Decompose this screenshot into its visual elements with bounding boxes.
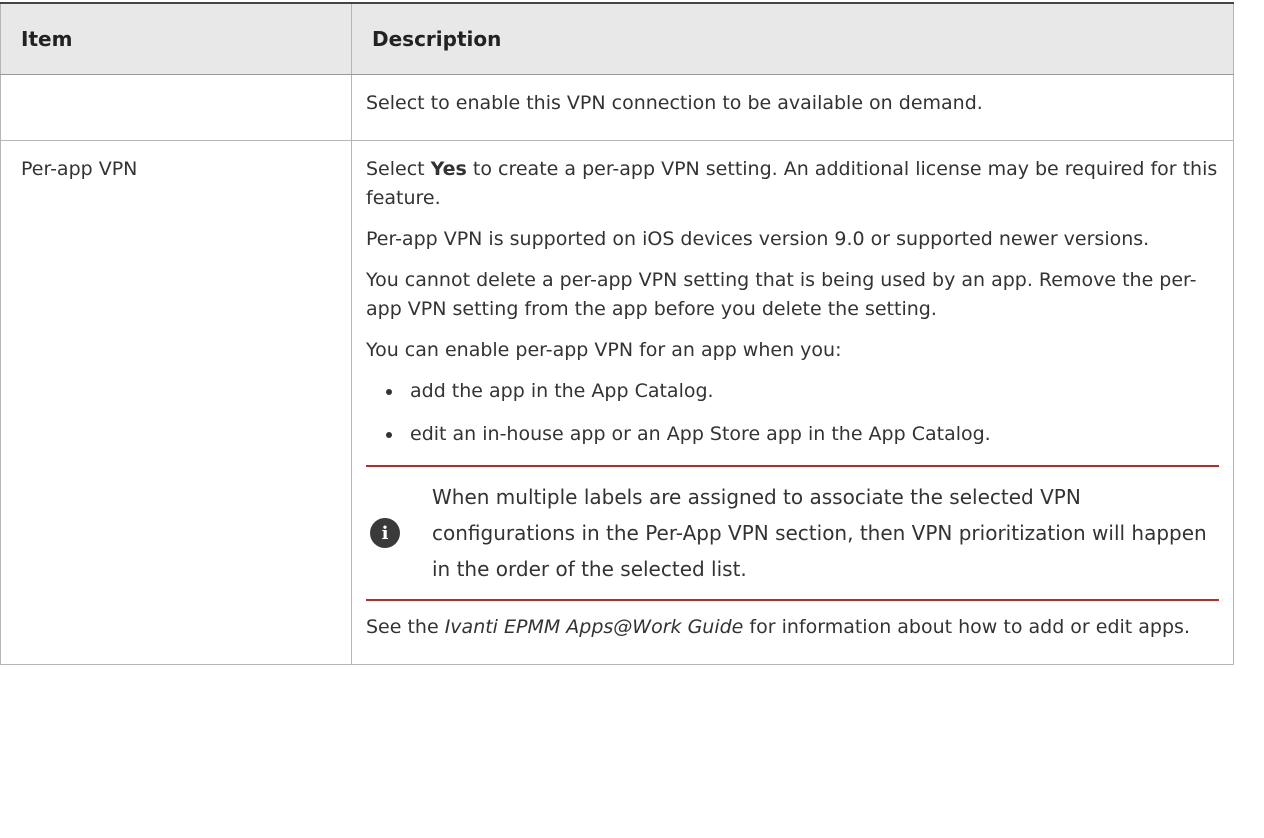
- table-header-row: Item Description: [0, 2, 1234, 75]
- ios-support-paragraph: Per-app VPN is supported on iOS devices …: [366, 228, 1150, 250]
- bullet-list: add the app in the App Catalog. edit an …: [366, 377, 1219, 449]
- note-box: i When multiple labels are assigned to a…: [366, 465, 1219, 601]
- per-app-select-paragraph: Select Yes to create a per-app VPN setti…: [366, 155, 1219, 213]
- guide-title: Ivanti EPMM Apps@Work Guide: [444, 616, 744, 638]
- note-text: When multiple labels are assigned to ass…: [432, 485, 1207, 581]
- text-fragment: to create a per-app VPN setting. An addi…: [366, 158, 1218, 209]
- column-header-item: Item: [0, 2, 352, 75]
- see-guide-paragraph: See the Ivanti EPMM Apps@Work Guide for …: [366, 613, 1219, 642]
- text-fragment: See the: [366, 616, 445, 638]
- on-demand-description: Select to enable this VPN connection to …: [366, 92, 983, 114]
- description-cell: Select Yes to create a per-app VPN setti…: [351, 140, 1234, 665]
- text-fragment: Select: [366, 158, 431, 180]
- enable-when-paragraph: You can enable per-app VPN for an app wh…: [366, 339, 842, 361]
- column-header-description: Description: [351, 2, 1234, 75]
- yes-option-text: Yes: [430, 158, 467, 180]
- list-item: edit an in-house app or an App Store app…: [404, 420, 1219, 449]
- vpn-settings-table: Item Description Select to enable this V…: [0, 2, 1234, 665]
- table-row: Select to enable this VPN connection to …: [0, 74, 1234, 141]
- list-item: add the app in the App Catalog.: [404, 377, 1219, 406]
- item-cell: Per-app VPN: [0, 140, 352, 665]
- description-cell: Select to enable this VPN connection to …: [351, 74, 1234, 141]
- text-fragment: for information about how to add or edit…: [743, 616, 1190, 638]
- delete-restriction-paragraph: You cannot delete a per-app VPN setting …: [366, 269, 1197, 320]
- table-row: Per-app VPN Select Yes to create a per-a…: [0, 140, 1234, 665]
- info-icon: i: [370, 518, 400, 548]
- item-cell: [0, 74, 352, 141]
